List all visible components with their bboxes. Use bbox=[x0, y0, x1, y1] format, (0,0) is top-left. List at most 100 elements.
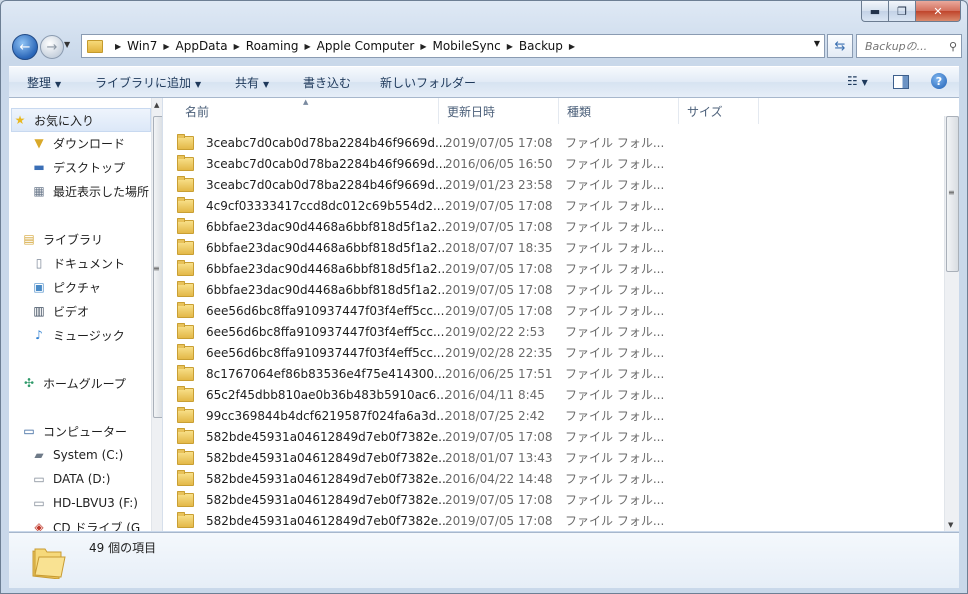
nav-documents[interactable]: ▯ ドキュメント bbox=[31, 252, 162, 274]
nav-label: ダウンロード bbox=[53, 136, 126, 151]
file-row[interactable]: 6bbfae23dac90d4468a6bbf818d5f1a2... 2018/… bbox=[177, 237, 937, 258]
file-row[interactable]: 8c1767064ef86b83536e4f75e414300... 2016/0… bbox=[177, 363, 937, 384]
back-arrow-icon: ← bbox=[19, 39, 31, 55]
file-row[interactable]: 6bbfae23dac90d4468a6bbf818d5f1a2... 2019/… bbox=[177, 279, 937, 300]
file-type: ファイル フォル... bbox=[565, 514, 665, 528]
nav-label: DATA (D:) bbox=[53, 472, 111, 486]
new-folder-button[interactable]: 新しいフォルダー bbox=[380, 74, 476, 91]
refresh-button[interactable]: ⇆ bbox=[827, 34, 853, 58]
change-view-button[interactable]: ☷ ▼ bbox=[847, 74, 868, 88]
breadcrumb-item[interactable]: AppData bbox=[176, 39, 228, 53]
file-row[interactable]: 3ceabc7d0cab0d78ba2284b46f9669d... 2016/0… bbox=[177, 153, 937, 174]
scroll-down-icon[interactable]: ▼ bbox=[948, 521, 953, 529]
search-icon[interactable]: ⚲ bbox=[949, 40, 957, 53]
address-bar[interactable]: ▶ Win7 ▶ AppData ▶ Roaming ▶ Apple Compu… bbox=[81, 34, 825, 58]
nav-system-drive[interactable]: ▰ System (C:) bbox=[31, 444, 162, 466]
back-button[interactable]: ← bbox=[12, 34, 38, 60]
file-row[interactable]: 582bde45931a04612849d7eb0f7382e... 2019/0… bbox=[177, 510, 937, 531]
breadcrumb-separator-icon[interactable]: ▶ bbox=[569, 42, 575, 51]
folder-icon bbox=[177, 469, 194, 486]
search-input[interactable] bbox=[863, 38, 949, 54]
breadcrumb-item[interactable]: Backup bbox=[519, 39, 563, 53]
breadcrumb-item[interactable]: Apple Computer bbox=[317, 39, 415, 53]
file-row[interactable]: 582bde45931a04612849d7eb0f7382e... 2019/0… bbox=[177, 489, 937, 510]
file-row[interactable]: 3ceabc7d0cab0d78ba2284b46f9669d... 2019/0… bbox=[177, 174, 937, 195]
file-row[interactable]: 582bde45931a04612849d7eb0f7382e... 2016/0… bbox=[177, 468, 937, 489]
nav-recent-places[interactable]: ▦ 最近表示した場所 bbox=[31, 180, 149, 202]
file-row[interactable]: 6ee56d6bc8ffa910937447f03f4eff5cc... 2019… bbox=[177, 342, 937, 363]
nav-label: ドキュメント bbox=[53, 256, 126, 271]
file-row[interactable]: 6bbfae23dac90d4468a6bbf818d5f1a2... 2019/… bbox=[177, 258, 937, 279]
nav-favorites[interactable]: ★ お気に入り bbox=[11, 108, 151, 132]
recent-pages-dropdown[interactable]: ▼ bbox=[64, 40, 70, 49]
breadcrumb-separator-icon[interactable]: ▶ bbox=[305, 42, 311, 51]
breadcrumb-item[interactable]: Roaming bbox=[246, 39, 299, 53]
file-name: 3ceabc7d0cab0d78ba2284b46f9669d... bbox=[206, 135, 446, 150]
file-name: 582bde45931a04612849d7eb0f7382e... bbox=[206, 471, 446, 486]
close-button[interactable]: ✕ bbox=[916, 1, 961, 22]
breadcrumb-separator-icon[interactable]: ▶ bbox=[420, 42, 426, 51]
add-to-library-menu[interactable]: ライブラリに追加 ▼ bbox=[95, 74, 201, 91]
folder-icon bbox=[32, 548, 66, 579]
address-history-dropdown[interactable]: ▼ bbox=[814, 39, 820, 48]
nav-pictures[interactable]: ▣ ピクチャ bbox=[31, 276, 162, 298]
column-name[interactable]: 名前 bbox=[177, 98, 439, 124]
file-row[interactable]: 65c2f45dbb810ae0b36b483b5910ac6... 2016/0… bbox=[177, 384, 937, 405]
file-type: ファイル フォル... bbox=[565, 325, 665, 339]
breadcrumb-separator-icon[interactable]: ▶ bbox=[234, 42, 240, 51]
file-row[interactable]: 582bde45931a04612849d7eb0f7382e... 2018/0… bbox=[177, 447, 937, 468]
maximize-button[interactable]: ❐ bbox=[889, 1, 916, 22]
file-row[interactable]: 6ee56d6bc8ffa910937447f03f4eff5cc... 2019… bbox=[177, 300, 937, 321]
nav-music[interactable]: ♪ ミュージック bbox=[31, 324, 162, 346]
file-row[interactable]: 6bbfae23dac90d4468a6bbf818d5f1a2... 2019/… bbox=[177, 216, 937, 237]
minimize-button[interactable]: ▬ bbox=[861, 1, 889, 22]
nav-desktop[interactable]: ▬ デスクトップ bbox=[31, 156, 162, 178]
share-menu[interactable]: 共有 ▼ bbox=[235, 74, 269, 91]
organize-menu[interactable]: 整理 ▼ bbox=[27, 74, 61, 91]
nav-downloads[interactable]: ▼ ダウンロード bbox=[31, 132, 162, 154]
preview-pane-icon[interactable] bbox=[893, 75, 909, 89]
breadcrumb-separator-icon[interactable]: ▶ bbox=[507, 42, 513, 51]
library-icon: ▤ bbox=[23, 232, 35, 246]
nav-external-drive[interactable]: ▭ HD-LBVU3 (F:) bbox=[31, 492, 149, 514]
nav-label: HD-LBVU3 (F:) bbox=[53, 496, 138, 510]
breadcrumb-separator-icon[interactable]: ▶ bbox=[115, 42, 121, 51]
file-type: ファイル フォル... bbox=[565, 409, 665, 423]
nav-videos[interactable]: ▥ ビデオ bbox=[31, 300, 162, 322]
file-type: ファイル フォル... bbox=[565, 367, 665, 381]
homegroup-icon: ✣ bbox=[23, 376, 35, 390]
nav-cd-drive[interactable]: ◈ CD ドライブ (G bbox=[31, 516, 149, 531]
nav-label: ミュージック bbox=[53, 328, 125, 343]
folder-icon bbox=[177, 238, 194, 255]
column-date-modified[interactable]: 更新日時 bbox=[439, 98, 559, 124]
view-list-icon: ☷ bbox=[847, 74, 858, 88]
file-row[interactable]: 4c9cf03333417ccd8dc012c69b554d2... 2019/0… bbox=[177, 195, 937, 216]
breadcrumb-separator-icon[interactable]: ▶ bbox=[163, 42, 169, 51]
file-row[interactable]: 6ee56d6bc8ffa910937447f03f4eff5cc... 2019… bbox=[177, 321, 937, 342]
file-row[interactable]: 99cc369844b4dcf6219587f024fa6a3d... 2018/… bbox=[177, 405, 937, 426]
search-box[interactable]: ⚲ bbox=[856, 34, 962, 58]
nav-libraries[interactable]: ▤ ライブラリ bbox=[21, 228, 161, 250]
column-type[interactable]: 種類 bbox=[559, 98, 679, 124]
file-type: ファイル フォル... bbox=[565, 472, 665, 486]
file-row[interactable]: 582bde45931a04612849d7eb0f7382e... 2019/0… bbox=[177, 426, 937, 447]
file-date-modified: 2019/02/28 22:35 bbox=[445, 345, 553, 360]
nav-data-drive[interactable]: ▭ DATA (D:) bbox=[31, 468, 162, 490]
file-row[interactable]: 3ceabc7d0cab0d78ba2284b46f9669d... 2019/0… bbox=[177, 132, 937, 153]
scroll-up-icon[interactable]: ▲ bbox=[154, 101, 159, 109]
forward-button[interactable]: → bbox=[40, 35, 64, 59]
breadcrumb-item[interactable]: Win7 bbox=[127, 39, 157, 53]
explorer-window: ▬ ❐ ✕ ← → ▼ ▶ Win7 ▶ AppData ▶ Roaming ▶… bbox=[0, 0, 968, 594]
nav-pane-scrollbar[interactable]: ▲ ≡ bbox=[151, 98, 162, 531]
file-list-scrollbar[interactable]: ≡ ▼ bbox=[944, 116, 959, 531]
file-date-modified: 2018/07/07 18:35 bbox=[445, 240, 553, 255]
breadcrumb-item[interactable]: MobileSync bbox=[432, 39, 500, 53]
column-size[interactable]: サイズ bbox=[679, 98, 759, 124]
file-type: ファイル フォル... bbox=[565, 220, 665, 234]
burn-button[interactable]: 書き込む bbox=[303, 74, 351, 91]
nav-label: System (C:) bbox=[53, 448, 124, 462]
nav-homegroup[interactable]: ✣ ホームグループ bbox=[21, 372, 161, 394]
nav-computer[interactable]: ▭ コンピューター bbox=[21, 420, 161, 442]
help-icon[interactable]: ? bbox=[931, 73, 947, 89]
file-type: ファイル フォル... bbox=[565, 199, 665, 213]
